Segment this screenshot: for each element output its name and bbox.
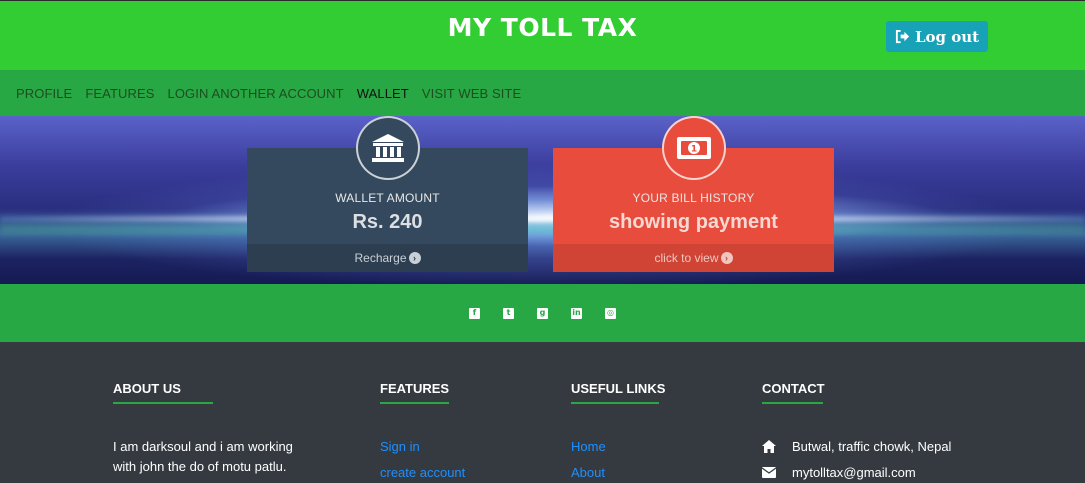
sign-in-link[interactable]: Sign in xyxy=(380,439,465,454)
contact-email-text[interactable]: mytolltax@gmail.com xyxy=(792,465,916,480)
twitter-icon[interactable]: t xyxy=(503,307,514,319)
hero-horizon xyxy=(0,224,1085,234)
bill-icon-circle: 1 xyxy=(661,116,726,180)
click-to-view-label: click to view xyxy=(654,251,719,265)
chevron-circle-right-icon: › xyxy=(408,252,421,264)
hero-light-beam xyxy=(0,216,1085,222)
bill-history-value: showing payment xyxy=(609,211,778,233)
instagram-icon[interactable]: ◎ xyxy=(605,307,616,319)
home-icon xyxy=(762,440,776,454)
recharge-link[interactable]: Recharge › xyxy=(247,244,528,272)
social-links-bar: f t g in ◎ xyxy=(0,284,1085,342)
bill-history-label: YOUR BILL HISTORY xyxy=(632,191,755,205)
recharge-label: Recharge xyxy=(354,251,407,265)
hero-banner xyxy=(0,116,1085,284)
about-us-heading: ABOUT US xyxy=(113,381,181,396)
about-us-text: I am darksoul and i am working with john… xyxy=(113,439,293,474)
nav-item-features[interactable]: FEATURES xyxy=(85,86,154,101)
chevron-circle-right-icon: › xyxy=(720,252,733,264)
sign-out-icon xyxy=(895,29,909,44)
svg-text:1: 1 xyxy=(690,145,696,155)
home-link[interactable]: Home xyxy=(571,439,665,454)
nav-item-visit-web-site[interactable]: VISIT WEB SITE xyxy=(422,86,521,101)
about-link[interactable]: About xyxy=(571,465,665,480)
wallet-amount-value: Rs. 240 xyxy=(352,211,423,233)
features-underline xyxy=(380,402,449,404)
contact-address-text: Butwal, traffic chowk, Nepal xyxy=(792,439,952,454)
click-to-view-link[interactable]: click to view › xyxy=(553,244,834,272)
useful-links-underline xyxy=(571,402,659,404)
site-footer: ABOUT US I am darksoul and i am working … xyxy=(0,342,1085,483)
main-nav: PROFILE FEATURES LOGIN ANOTHER ACCOUNT W… xyxy=(0,70,1085,116)
facebook-icon[interactable]: f xyxy=(469,307,480,319)
nav-item-wallet[interactable]: WALLET xyxy=(357,86,409,101)
contact-underline xyxy=(762,402,823,404)
money-bill-icon: 1 xyxy=(676,137,711,159)
bill-history-card: 1 YOUR BILL HISTORY showing payment clic… xyxy=(553,116,834,272)
nav-item-login-another-account[interactable]: LOGIN ANOTHER ACCOUNT xyxy=(168,86,344,101)
create-account-link[interactable]: create account xyxy=(380,465,465,480)
logout-button[interactable]: Log out xyxy=(886,21,988,52)
linkedin-icon[interactable]: in xyxy=(571,307,582,319)
footer-useful-links-column: USEFUL LINKS Home About xyxy=(571,381,665,480)
nav-item-profile[interactable]: PROFILE xyxy=(16,86,72,101)
contact-address: Butwal, traffic chowk, Nepal xyxy=(762,439,951,454)
logout-label: Log out xyxy=(914,27,980,46)
wallet-amount-label: WALLET AMOUNT xyxy=(335,191,440,205)
contact-email: mytolltax@gmail.com xyxy=(762,465,951,480)
envelope-icon xyxy=(762,466,776,480)
footer-about-column: ABOUT US I am darksoul and i am working … xyxy=(113,381,313,477)
bank-icon xyxy=(371,134,404,162)
wallet-amount-card: WALLET AMOUNT Rs. 240 Recharge › xyxy=(247,116,528,272)
top-header: MY TOLL TAX Log out xyxy=(0,0,1085,70)
wallet-icon-circle xyxy=(355,116,420,180)
useful-links-heading: USEFUL LINKS xyxy=(571,381,666,396)
contact-heading: CONTACT xyxy=(762,381,825,396)
about-us-underline xyxy=(113,402,213,404)
google-plus-icon[interactable]: g xyxy=(537,307,548,319)
footer-features-column: FEATURES Sign in create account xyxy=(380,381,465,480)
features-heading: FEATURES xyxy=(380,381,450,396)
footer-contact-column: CONTACT Butwal, traffic chowk, Nepal myt… xyxy=(762,381,951,480)
